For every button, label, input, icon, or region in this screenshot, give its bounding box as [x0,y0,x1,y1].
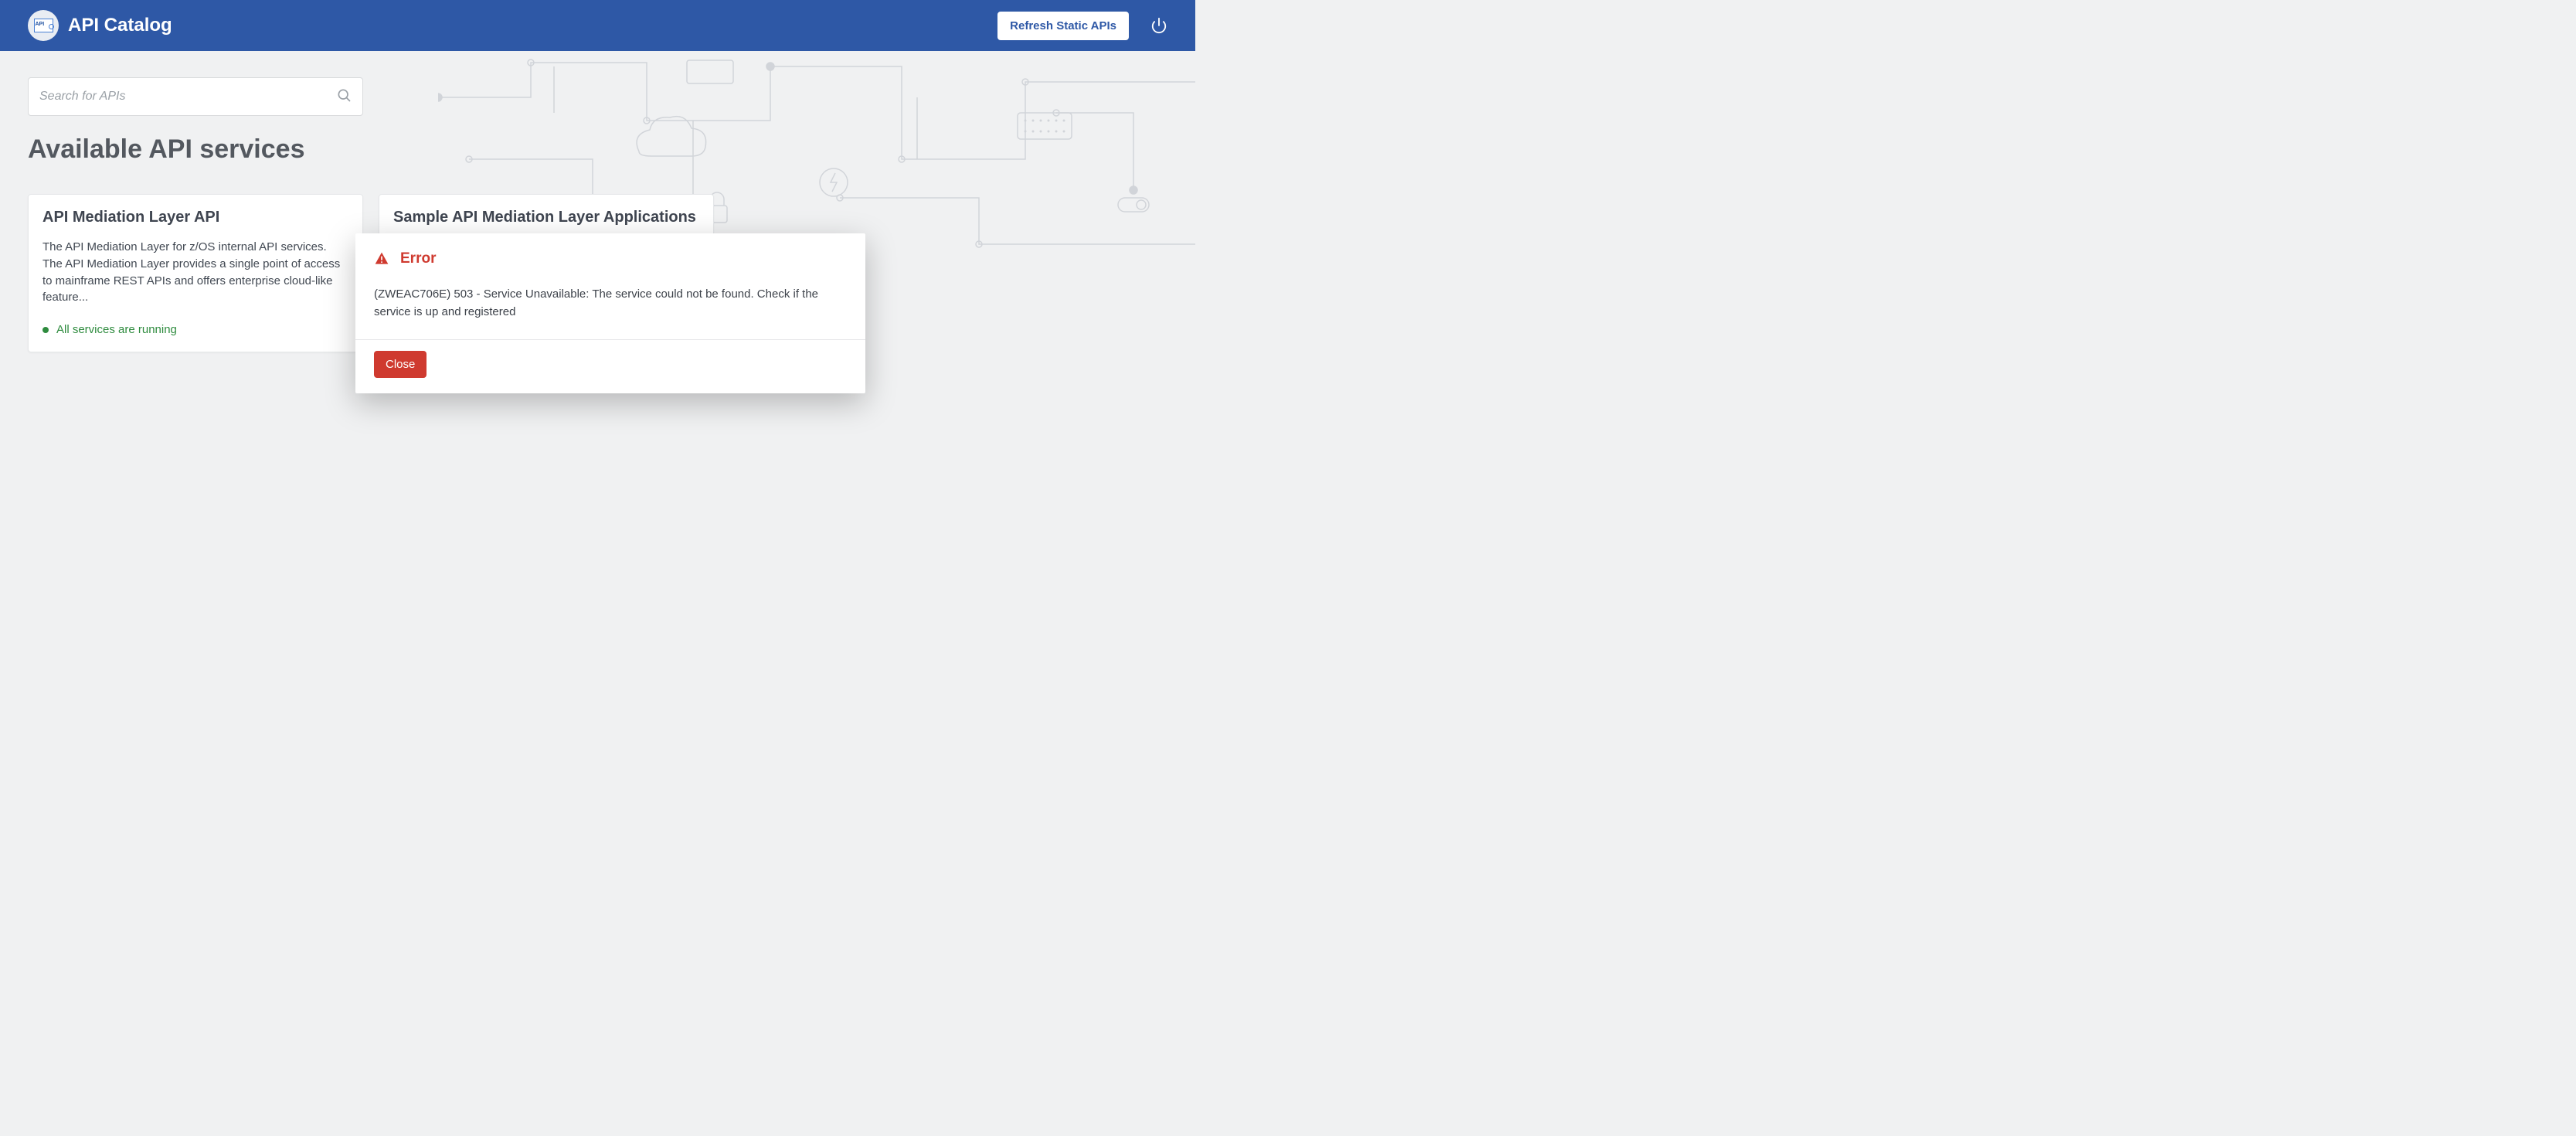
api-service-card[interactable]: API Mediation Layer API The API Mediatio… [28,194,363,352]
page-heading: Available API services [28,134,1167,165]
card-description: The API Mediation Layer for z/OS interna… [42,239,348,306]
search-icon [336,87,352,107]
logout-icon[interactable] [1150,17,1167,34]
refresh-static-apis-button[interactable]: Refresh Static APIs [997,12,1129,40]
dialog-message: (ZWEAC706E) 503 - Service Unavailable: T… [374,286,847,321]
dialog-body: Error (ZWEAC706E) 503 - Service Unavaila… [355,233,865,339]
dialog-title: Error [400,250,436,267]
api-logo-icon [34,19,53,32]
card-status-text: All services are running [56,323,177,336]
app-logo [28,10,59,41]
dialog-footer: Close [355,339,865,393]
card-title: API Mediation Layer API [42,209,348,226]
close-button[interactable]: Close [374,351,427,378]
search-container[interactable] [28,77,363,116]
card-status: All services are running [42,323,348,336]
card-title: Sample API Mediation Layer Applications [393,209,699,226]
status-dot-icon [42,327,49,333]
warning-icon [374,251,389,267]
dialog-header: Error [374,250,847,267]
header-left-group: API Catalog [28,10,172,41]
app-header: API Catalog Refresh Static APIs [0,0,1195,51]
header-right-group: Refresh Static APIs [997,12,1167,40]
error-dialog: Error (ZWEAC706E) 503 - Service Unavaila… [355,233,865,393]
app-title: API Catalog [68,15,172,36]
search-input[interactable] [39,90,336,104]
